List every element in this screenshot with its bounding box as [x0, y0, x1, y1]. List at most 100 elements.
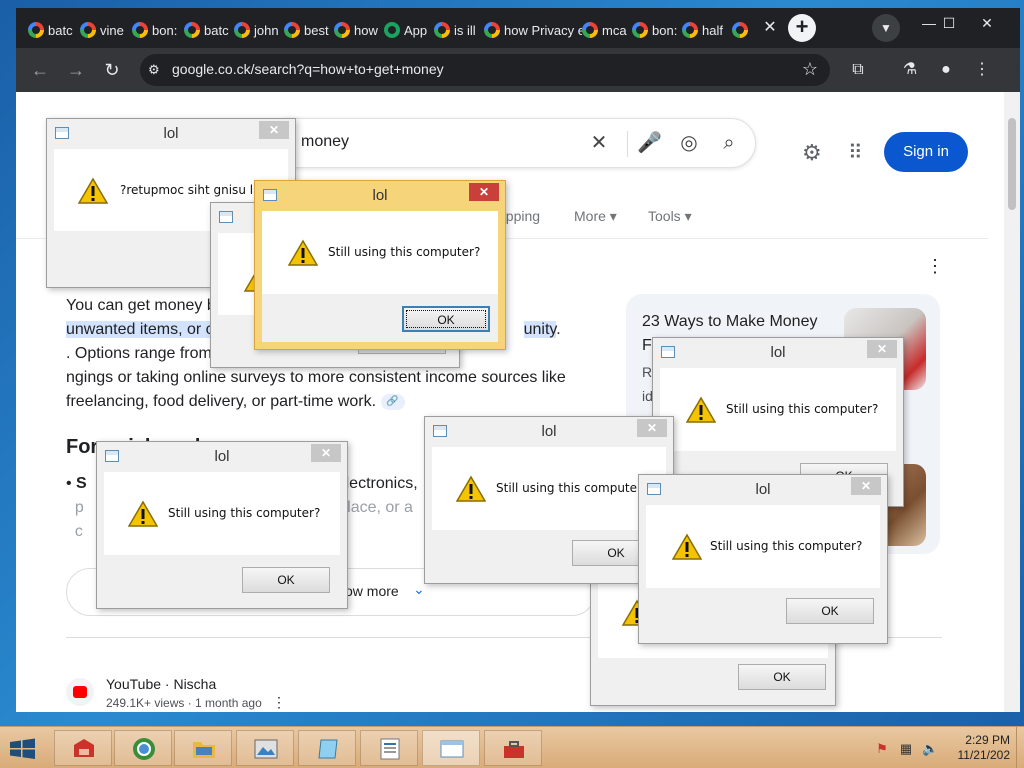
google-icon [334, 22, 350, 38]
menu-icon[interactable]: ⋮ [970, 58, 994, 82]
tab[interactable]: how Privacy e [484, 16, 582, 44]
dialog-message: Still using this computer? [496, 481, 649, 495]
ok-button[interactable]: OK [786, 598, 874, 624]
dialog-footer: OK [646, 588, 880, 636]
scrollbar[interactable] [1004, 92, 1020, 712]
clear-icon[interactable]: ✕ [587, 131, 611, 155]
taskbar-app[interactable] [236, 730, 294, 766]
ok-button[interactable]: OK [402, 306, 490, 332]
tab[interactable] [732, 16, 758, 44]
dialog-title: lol [541, 423, 557, 440]
forward-icon[interactable]: → [64, 58, 88, 82]
google-icon [28, 22, 44, 38]
apps-icon[interactable]: ⠿ [848, 140, 863, 165]
taskbar-app[interactable] [114, 730, 172, 766]
message-dialog: lol ✕ Still using this computer? OK [638, 474, 888, 644]
tab[interactable]: App [384, 16, 434, 44]
close-window-icon[interactable]: ✕ [970, 12, 1004, 34]
warning-icon [78, 177, 108, 204]
extensions-icon[interactable]: ⧉ [846, 58, 870, 82]
site-settings-icon[interactable]: ⚙ [148, 62, 164, 78]
profile-icon[interactable]: ● [934, 58, 958, 82]
close-tab-icon[interactable]: ✕ [760, 18, 780, 38]
search-input[interactable]: money ✕ 🎤 ◎ ⌕ [266, 118, 756, 168]
tab[interactable]: mca [582, 16, 632, 44]
show-desktop-button[interactable] [1016, 727, 1024, 768]
notepad-icon [318, 739, 338, 759]
search-icon[interactable]: ⌕ [717, 131, 741, 155]
close-icon[interactable]: ✕ [259, 121, 289, 139]
reload-icon[interactable]: ↻ [100, 58, 124, 82]
dialog-titlebar[interactable]: lol ✕ [97, 442, 347, 470]
tab[interactable]: best [284, 16, 334, 44]
close-icon[interactable]: ✕ [851, 477, 881, 495]
dialog-titlebar[interactable]: lol ✕ [255, 181, 505, 209]
taskbar-app[interactable] [484, 730, 542, 766]
tab[interactable]: john [234, 16, 284, 44]
tab[interactable]: is ill [434, 16, 484, 44]
tab[interactable]: batc [184, 16, 234, 44]
link-icon[interactable]: 🔗 [380, 393, 405, 410]
result-source[interactable]: YouTube · Nischa [106, 676, 216, 692]
google-icon [234, 22, 250, 38]
dialog-titlebar[interactable]: lol ✕ [47, 119, 295, 147]
new-tab-button[interactable]: + [788, 14, 816, 42]
chevron-down-icon[interactable]: ▼ [872, 14, 900, 42]
warning-icon [672, 533, 702, 560]
dialog-titlebar[interactable]: lol ✕ [639, 475, 887, 503]
filter-more[interactable]: More ▾ [574, 208, 617, 225]
close-icon[interactable]: ✕ [311, 444, 341, 462]
network-icon[interactable]: ▦ [898, 741, 914, 757]
dialog-title: lol [372, 187, 388, 204]
maximize-icon[interactable]: ☐ [932, 12, 966, 34]
windows-start-icon[interactable] [4, 735, 40, 763]
more-options-icon[interactable]: ⋮ [926, 256, 944, 277]
warning-icon [288, 239, 318, 266]
microphone-icon[interactable]: 🎤 [637, 131, 662, 155]
warning-icon [686, 396, 716, 423]
more-options-icon[interactable]: ⋮ [272, 694, 286, 711]
dialog-titlebar[interactable]: lol ✕ [425, 417, 673, 445]
labs-icon[interactable]: ⚗ [898, 58, 922, 82]
lens-icon[interactable]: ◎ [677, 131, 701, 155]
close-icon[interactable]: ✕ [637, 419, 667, 437]
dialog-title: lol [163, 125, 179, 142]
action-center-icon[interactable]: ⚑ [874, 741, 890, 757]
sign-in-button[interactable]: Sign in [884, 132, 968, 172]
taskbar-app[interactable] [298, 730, 356, 766]
google-icon [632, 22, 648, 38]
tab[interactable]: vine [80, 16, 130, 44]
dialog-titlebar[interactable]: lol ✕ [653, 338, 903, 366]
message-dialog: lol ✕ Still using this computer? OK [424, 416, 674, 584]
tab[interactable]: how [334, 16, 384, 44]
back-icon[interactable]: ← [28, 58, 52, 82]
toolbox-app-icon [74, 739, 94, 757]
ok-button[interactable]: OK [738, 664, 826, 690]
tab[interactable]: batc [28, 16, 78, 44]
taskbar-app[interactable] [360, 730, 418, 766]
close-icon[interactable]: ✕ [469, 183, 499, 201]
warning-icon [456, 475, 486, 502]
dialog-message: Still using this computer? [710, 539, 863, 553]
clock[interactable]: 2:29 PM 11/21/202 [950, 733, 1011, 763]
star-icon[interactable]: ☆ [802, 59, 818, 80]
tab-active[interactable]: half [682, 16, 732, 44]
search-query: money [301, 133, 350, 150]
filter-tools[interactable]: Tools ▾ [648, 208, 692, 225]
taskbar: ⚑ ▦ 🔈 2:29 PM 11/21/202 [0, 726, 1024, 768]
taskbar-app-active[interactable] [422, 730, 480, 766]
taskbar-app[interactable] [54, 730, 112, 766]
close-icon[interactable]: ✕ [867, 340, 897, 358]
scrollbar-thumb[interactable] [1008, 118, 1016, 210]
address-bar[interactable]: ⚙ google.co.ck/search?q=how+to+get+money… [140, 54, 830, 86]
message-dialog: lol ✕ Still using this computer? OK [96, 441, 348, 609]
tab[interactable]: bon: [632, 16, 682, 44]
tab[interactable]: bon: [132, 16, 182, 44]
image-viewer-icon [254, 739, 278, 759]
taskbar-app[interactable] [174, 730, 232, 766]
gear-icon[interactable]: ⚙ [802, 140, 822, 166]
youtube-icon [66, 678, 94, 706]
dialog-title: lol [770, 344, 786, 361]
ok-button[interactable]: OK [242, 567, 330, 593]
volume-icon[interactable]: 🔈 [922, 741, 938, 757]
